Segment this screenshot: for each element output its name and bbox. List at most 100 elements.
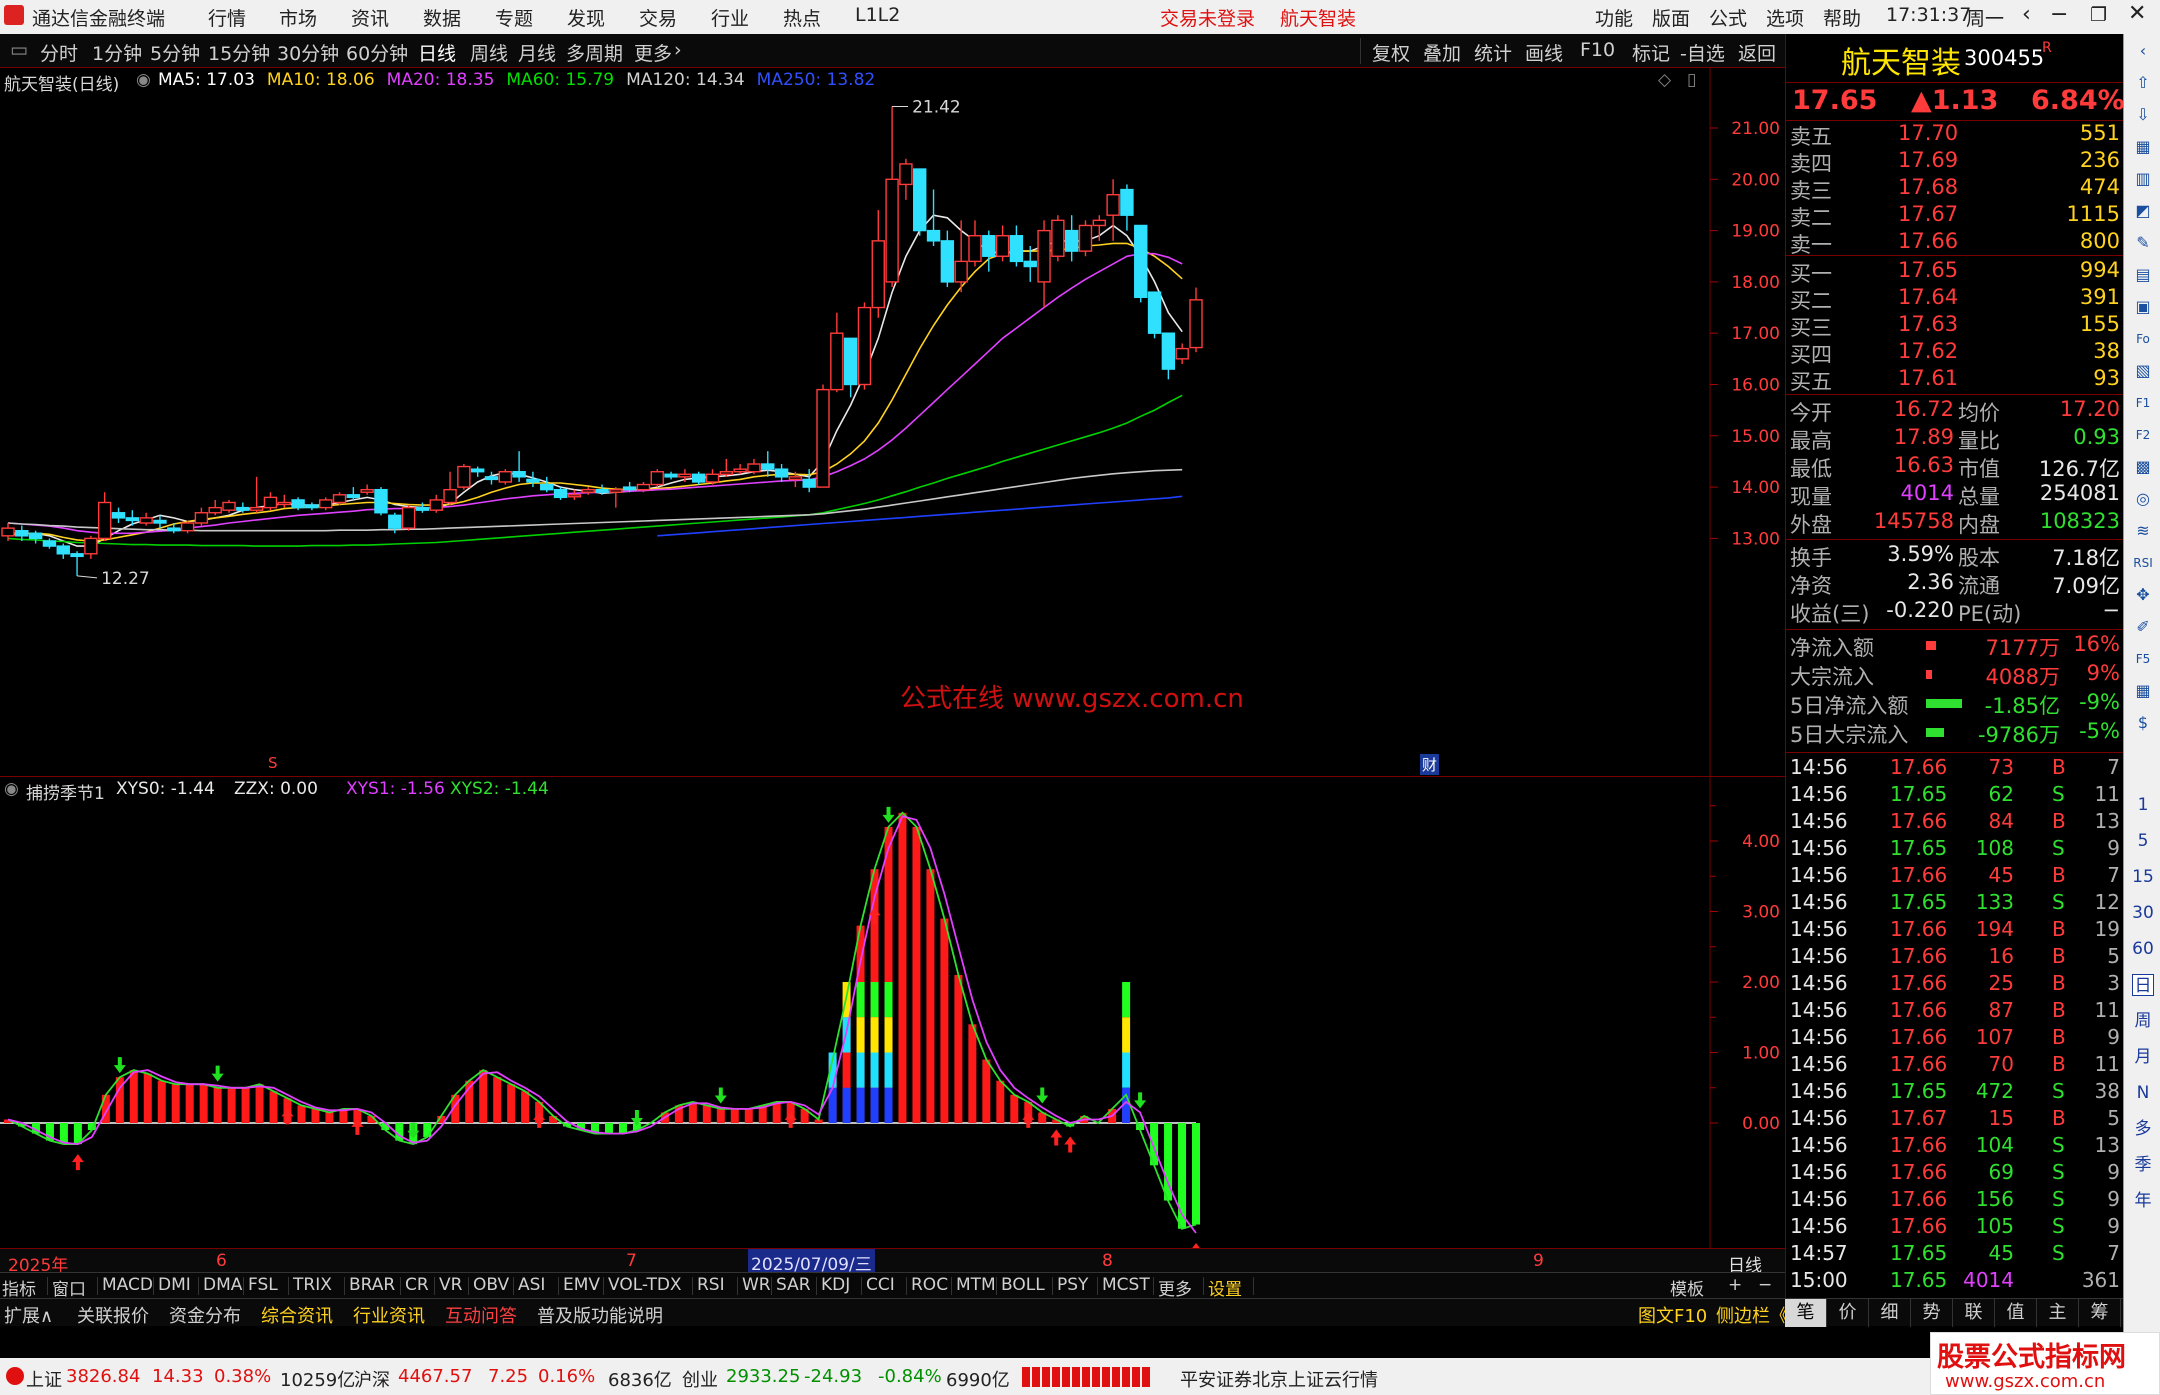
- bottom-tab[interactable]: 综合资讯: [261, 1302, 333, 1328]
- menu-l1l2[interactable]: L1L2: [855, 4, 900, 26]
- bottom-tab[interactable]: 扩展∧: [4, 1302, 53, 1328]
- menu-shuju[interactable]: 数据: [423, 4, 461, 31]
- tool-f10[interactable]: F10: [1580, 39, 1615, 61]
- tick-row[interactable]: 14:56 17.65 472 S 38: [1786, 1079, 2124, 1106]
- indicator-tab[interactable]: MCST: [1102, 1275, 1150, 1295]
- side-tool-icon[interactable]: ▧: [2132, 360, 2154, 382]
- indicator-tab[interactable]: 更多: [1158, 1275, 1192, 1300]
- side-tool-icon[interactable]: ▦: [2132, 136, 2154, 158]
- side-tool-icon[interactable]: ▣: [2132, 296, 2154, 318]
- indicator-tab[interactable]: CR: [405, 1275, 429, 1295]
- close-icon[interactable]: ✕: [2128, 1, 2146, 26]
- indicator-tab[interactable]: DMI: [158, 1275, 191, 1295]
- indicator-tab[interactable]: RSI: [697, 1275, 725, 1295]
- period-60min[interactable]: 60分钟: [346, 39, 408, 66]
- period-more[interactable]: 更多: [634, 39, 672, 66]
- tab-right-item[interactable]: +: [1728, 1275, 1742, 1295]
- tool-huaxian[interactable]: 画线: [1525, 39, 1563, 66]
- menu-bangzhu[interactable]: 帮助: [1823, 4, 1861, 31]
- indicator-tab[interactable]: EMV: [563, 1275, 600, 1295]
- chart-diamond-icon[interactable]: ◇: [1658, 70, 1671, 90]
- quote-tab[interactable]: 价: [1827, 1299, 1869, 1327]
- index-hs-name[interactable]: 沪深: [354, 1366, 390, 1392]
- tick-row[interactable]: 14:56 17.65 108 S 9: [1786, 836, 2124, 863]
- tick-row[interactable]: 15:00 17.65 4014 361: [1786, 1268, 2124, 1295]
- indicator-tab[interactable]: SAR: [776, 1275, 811, 1295]
- period-15min[interactable]: 15分钟: [208, 39, 270, 66]
- tick-row[interactable]: 14:56 17.66 156 S 9: [1786, 1187, 2124, 1214]
- ask-row[interactable]: 卖五 17.70 551: [1786, 121, 2124, 149]
- indicator-tab[interactable]: BRAR: [349, 1275, 395, 1295]
- side-tool-icon[interactable]: ≋: [2132, 520, 2154, 542]
- chart-pin-icon[interactable]: ▯: [1687, 70, 1696, 90]
- tick-row[interactable]: 14:56 17.66 105 S 9: [1786, 1214, 2124, 1241]
- tick-row[interactable]: 14:56 17.65 62 S 11: [1786, 782, 2124, 809]
- period-monthly[interactable]: 月线: [518, 39, 556, 66]
- side-tool-icon[interactable]: ▦: [2132, 680, 2154, 702]
- nav-back-icon[interactable]: ‹: [2022, 2, 2031, 27]
- tool-fuquan[interactable]: 复权: [1372, 39, 1410, 66]
- ind-collapse-icon[interactable]: ◉: [4, 779, 19, 799]
- menu-hangqing[interactable]: 行情: [208, 4, 246, 31]
- side-tool-icon[interactable]: $: [2132, 712, 2154, 734]
- side-tool-icon[interactable]: ✎: [2132, 232, 2154, 254]
- indicator-tab[interactable]: TRIX: [293, 1275, 332, 1295]
- indicator-tab[interactable]: DMA: [203, 1275, 242, 1295]
- period-multi[interactable]: 多周期: [566, 39, 623, 66]
- quote-tab[interactable]: 笔: [1785, 1299, 1827, 1327]
- menu-hangye[interactable]: 行业: [711, 4, 749, 31]
- bottom-tab[interactable]: 资金分布: [169, 1302, 241, 1328]
- ask-row[interactable]: 卖二 17.67 1115: [1786, 202, 2124, 230]
- tick-list[interactable]: 14:56 17.66 73 B 7 14:56 17.65 62 S 11 14:56 17.66 8…: [1786, 752, 2124, 1298]
- bid-row[interactable]: 买三 17.63 155: [1786, 312, 2124, 340]
- bottom-right-link[interactable]: 侧边栏《: [1716, 1302, 1788, 1328]
- tick-row[interactable]: 14:56 17.67 15 B 5: [1786, 1106, 2124, 1133]
- maximize-icon[interactable]: ❐: [2090, 4, 2107, 26]
- period-daily[interactable]: 日线: [418, 39, 456, 66]
- indicator-tab[interactable]: 窗口: [52, 1275, 86, 1300]
- bottom-tab[interactable]: 互动问答: [445, 1302, 517, 1328]
- menu-gongshi[interactable]: 公式: [1709, 4, 1747, 31]
- tick-row[interactable]: 14:56 17.66 107 B 9: [1786, 1025, 2124, 1052]
- quote-tab[interactable]: 势: [1911, 1299, 1953, 1327]
- indicator-tab[interactable]: ROC: [911, 1275, 948, 1295]
- menu-zixun[interactable]: 资讯: [351, 4, 389, 31]
- indicator-svg[interactable]: 4.00 3.00 2.00 1.00 0.00: [0, 777, 1785, 1249]
- menu-xuanxiang[interactable]: 选项: [1766, 4, 1804, 31]
- indicator-tab[interactable]: CCI: [866, 1275, 895, 1295]
- period-5min[interactable]: 5分钟: [150, 39, 200, 66]
- bottom-tab[interactable]: 行业资讯: [353, 1302, 425, 1328]
- tick-row[interactable]: 14:56 17.66 45 B 7: [1786, 863, 2124, 890]
- side-period-button[interactable]: 1: [2132, 794, 2154, 816]
- indicator-tab[interactable]: MACD: [102, 1275, 153, 1295]
- side-period-button[interactable]: 季: [2132, 1154, 2154, 1176]
- tick-row[interactable]: 14:56 17.66 16 B 5: [1786, 944, 2124, 971]
- tick-row[interactable]: 14:56 17.66 87 B 11: [1786, 998, 2124, 1025]
- side-tool-icon[interactable]: F5: [2132, 648, 2154, 670]
- tick-row[interactable]: 14:56 17.66 84 B 13: [1786, 809, 2124, 836]
- side-tool-icon[interactable]: RSI: [2132, 552, 2154, 574]
- side-tool-icon[interactable]: ⇩: [2132, 104, 2154, 126]
- menu-shichang[interactable]: 市场: [279, 4, 317, 31]
- bid-row[interactable]: 买二 17.64 391: [1786, 285, 2124, 313]
- indicator-tab[interactable]: 指标: [2, 1275, 36, 1300]
- quote-tab[interactable]: 值: [1995, 1299, 2037, 1327]
- side-tool-icon[interactable]: ‹: [2132, 40, 2154, 62]
- side-tool-icon[interactable]: ✐: [2132, 616, 2154, 638]
- indicator-tab[interactable]: VOL-TDX: [608, 1275, 682, 1295]
- bottom-right-link[interactable]: 图文F10: [1638, 1302, 1707, 1328]
- indicator-tab[interactable]: WR: [742, 1275, 771, 1295]
- side-period-button[interactable]: 日: [2132, 974, 2154, 996]
- trade-status[interactable]: 交易未登录: [1160, 4, 1255, 31]
- tick-row[interactable]: 14:56 17.66 73 B 7: [1786, 755, 2124, 782]
- tick-row[interactable]: 14:56 17.66 70 B 11: [1786, 1052, 2124, 1079]
- ask-row[interactable]: 卖四 17.69 236: [1786, 148, 2124, 176]
- indicator-tab[interactable]: BOLL: [1001, 1275, 1045, 1295]
- toolbar-menu-icon[interactable]: ▭: [10, 39, 28, 61]
- quote-tab[interactable]: 筹: [2079, 1299, 2121, 1327]
- side-period-button[interactable]: 多: [2132, 1118, 2154, 1140]
- menu-faxian[interactable]: 发现: [567, 4, 605, 31]
- quote-tab[interactable]: 细: [1869, 1299, 1911, 1327]
- indicator-tab[interactable]: PSY: [1057, 1275, 1088, 1295]
- tool-tongji[interactable]: 统计: [1474, 39, 1512, 66]
